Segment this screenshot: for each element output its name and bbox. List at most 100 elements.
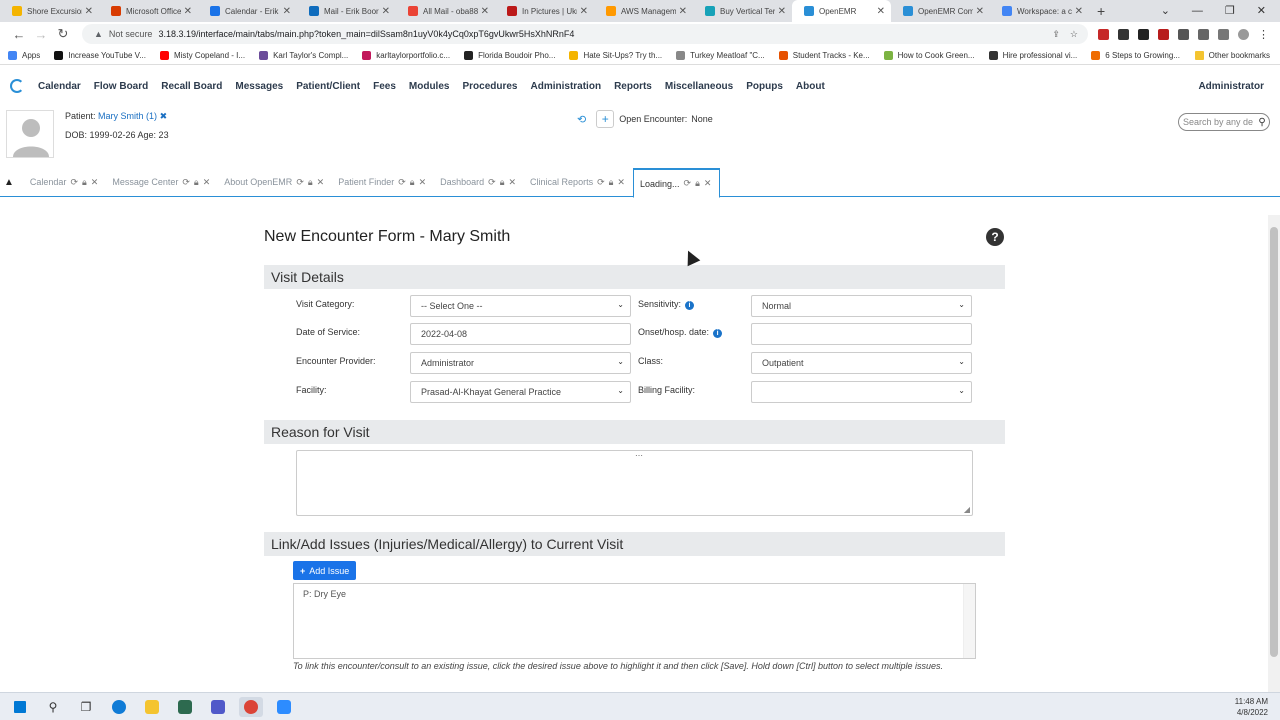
app-tab[interactable]: Dashboard ⟳ 🔒︎ ✕ (434, 168, 524, 196)
menu-item-calendar[interactable]: Calendar (38, 81, 81, 92)
lock-icon[interactable]: 🔒︎ (308, 177, 313, 188)
browser-tab[interactable]: Buy Vertical Ter ✕ (693, 0, 792, 22)
collapse-icon[interactable]: ▲ (4, 177, 14, 188)
app-tab[interactable]: Message Center ⟳ 🔒︎ ✕ (106, 168, 218, 196)
browser-tab[interactable]: All Mail - oba88 ✕ (396, 0, 495, 22)
lock-icon[interactable]: 🔒︎ (82, 177, 87, 188)
refresh-icon[interactable]: ⟳ (684, 178, 692, 189)
close-icon[interactable]: ✕ (509, 177, 517, 188)
user-menu[interactable]: Administrator (1198, 81, 1264, 92)
menu-item-patient-client[interactable]: Patient/Client (296, 81, 360, 92)
bookmark-star-icon[interactable]: ☆ (1070, 29, 1078, 40)
bookmark-item[interactable]: Florida Boudoir Pho... (464, 50, 555, 60)
close-icon[interactable]: ✕ (419, 177, 427, 188)
help-icon[interactable]: ? (986, 228, 1004, 246)
close-icon[interactable]: ✕ (317, 177, 325, 188)
date-of-service-input[interactable]: 2022-04-08 (410, 323, 631, 345)
menu-item-about[interactable]: About (796, 81, 825, 92)
windows-start-icon[interactable] (8, 697, 32, 717)
refresh-icon[interactable]: ⟳ (488, 177, 496, 188)
close-tab-icon[interactable]: ✕ (85, 6, 93, 17)
close-tab-icon[interactable]: ✕ (184, 6, 192, 17)
app-tab[interactable]: Calendar ⟳ 🔒︎ ✕ (24, 168, 106, 196)
bookmark-item[interactable]: Apps (8, 50, 40, 60)
reload-icon[interactable]: ↻ (52, 26, 74, 42)
new-encounter-button[interactable]: + (596, 110, 615, 128)
browser-tab[interactable]: In Pictures | Ukr ✕ (495, 0, 594, 22)
close-icon[interactable]: ✕ (203, 177, 211, 188)
search-icon[interactable]: ⚲ (41, 697, 65, 717)
class-select[interactable]: Outpatient ⌄ (751, 352, 972, 374)
menu-item-administration[interactable]: Administration (531, 81, 602, 92)
task-view-icon[interactable]: ❐ (74, 697, 98, 717)
reason-textarea[interactable]: ⋯ ◢ (296, 450, 973, 516)
visit-category-select[interactable]: -- Select One -- ⌄ (410, 295, 631, 317)
sidebar-icon[interactable] (1218, 28, 1229, 40)
bookmark-item[interactable]: karltaylorportfolio.c... (362, 50, 450, 60)
browser-tab[interactable]: Calendar - Erik ✕ (198, 0, 297, 22)
profile-avatar[interactable] (1238, 28, 1249, 40)
issue-item[interactable]: P: Dry Eye (303, 589, 346, 599)
onset-date-input[interactable] (751, 323, 972, 345)
close-patient-icon[interactable]: ✖ (160, 111, 168, 121)
refresh-icon[interactable]: ⟳ (398, 177, 406, 188)
menu-item-procedures[interactable]: Procedures (462, 81, 517, 92)
browser-tab[interactable]: AWS Manageme ✕ (594, 0, 693, 22)
app-tab[interactable]: Patient Finder ⟳ 🔒︎ ✕ (332, 168, 434, 196)
close-icon[interactable]: ✕ (91, 177, 99, 188)
app-tab[interactable]: About OpenEMR ⟳ 🔒︎ ✕ (218, 168, 332, 196)
extension-icon[interactable] (1118, 28, 1129, 40)
share-icon[interactable]: ⇪ (1052, 29, 1060, 40)
info-icon[interactable]: i (713, 329, 723, 338)
bookmark-item[interactable]: Karl Taylor's Compl... (259, 50, 348, 60)
menu-item-messages[interactable]: Messages (235, 81, 283, 92)
extension-icon[interactable] (1178, 28, 1189, 40)
menu-item-recall-board[interactable]: Recall Board (161, 81, 222, 92)
close-window-icon[interactable]: ✕ (1257, 0, 1266, 22)
refresh-icon[interactable]: ⟳ (296, 177, 304, 188)
lock-icon[interactable]: 🔒︎ (609, 177, 614, 188)
app-tab[interactable]: Loading... ⟳ 🔒︎ ✕ (632, 168, 721, 198)
browser-tab[interactable]: OpenEMR ✕ (792, 0, 891, 22)
close-tab-icon[interactable]: ✕ (481, 6, 489, 17)
chrome-icon[interactable] (239, 696, 263, 717)
close-tab-icon[interactable]: ✕ (679, 6, 687, 17)
file-explorer-icon[interactable] (140, 697, 164, 717)
bookmark-item[interactable]: Turkey Meatloaf "C... (676, 50, 765, 60)
refresh-icon[interactable]: ⟳ (182, 177, 190, 188)
menu-item-popups[interactable]: Popups (746, 81, 783, 92)
history-icon[interactable]: ⟲ (577, 113, 586, 126)
bookmark-item[interactable]: Increase YouTube V... (54, 50, 146, 60)
edge-icon[interactable] (107, 697, 131, 717)
menu-item-flow-board[interactable]: Flow Board (94, 81, 148, 92)
app-tab[interactable]: Clinical Reports ⟳ 🔒︎ ✕ (524, 168, 633, 196)
browser-tab[interactable]: Workspace: a co ✕ (990, 0, 1089, 22)
teams-icon[interactable] (206, 697, 230, 717)
close-icon[interactable]: ✕ (617, 177, 625, 188)
refresh-icon[interactable]: ⟳ (70, 177, 78, 188)
encounter-provider-select[interactable]: Administrator ⌄ (410, 352, 631, 374)
bookmark-item[interactable]: How to Cook Green... (883, 50, 975, 60)
system-clock[interactable]: 11:48 AM 4/8/2022 (1235, 696, 1268, 718)
close-tab-icon[interactable]: ✕ (778, 6, 786, 17)
resize-grip-icon[interactable]: ◢ (964, 505, 970, 514)
issues-list[interactable]: P: Dry Eye (293, 583, 976, 659)
bookmark-item[interactable]: Hire professional vi... (988, 50, 1077, 60)
store-icon[interactable] (173, 697, 197, 717)
restore-icon[interactable]: ❐ (1225, 0, 1235, 22)
close-tab-icon[interactable]: ✕ (976, 6, 984, 17)
minimize-icon[interactable]: — (1192, 0, 1203, 22)
patient-search-input[interactable]: Search by any de ⚲ (1178, 113, 1270, 131)
menu-item-modules[interactable]: Modules (409, 81, 450, 92)
browser-tab[interactable]: Mail - Erik Boor ✕ (297, 0, 396, 22)
sensitivity-select[interactable]: Normal ⌄ (751, 295, 972, 317)
extension-icon[interactable] (1138, 28, 1149, 40)
other-bookmarks[interactable]: Other bookmarks (1194, 50, 1270, 60)
lock-icon[interactable]: 🔒︎ (410, 177, 415, 188)
refresh-icon[interactable]: ⟳ (597, 177, 605, 188)
browser-tab[interactable]: OpenEMR Comr ✕ (891, 0, 990, 22)
scrollbar-thumb[interactable] (1270, 227, 1278, 657)
bookmark-item[interactable]: Misty Copeland - I... (159, 50, 245, 60)
back-icon[interactable]: ← (8, 27, 30, 42)
close-tab-icon[interactable]: ✕ (580, 6, 588, 17)
